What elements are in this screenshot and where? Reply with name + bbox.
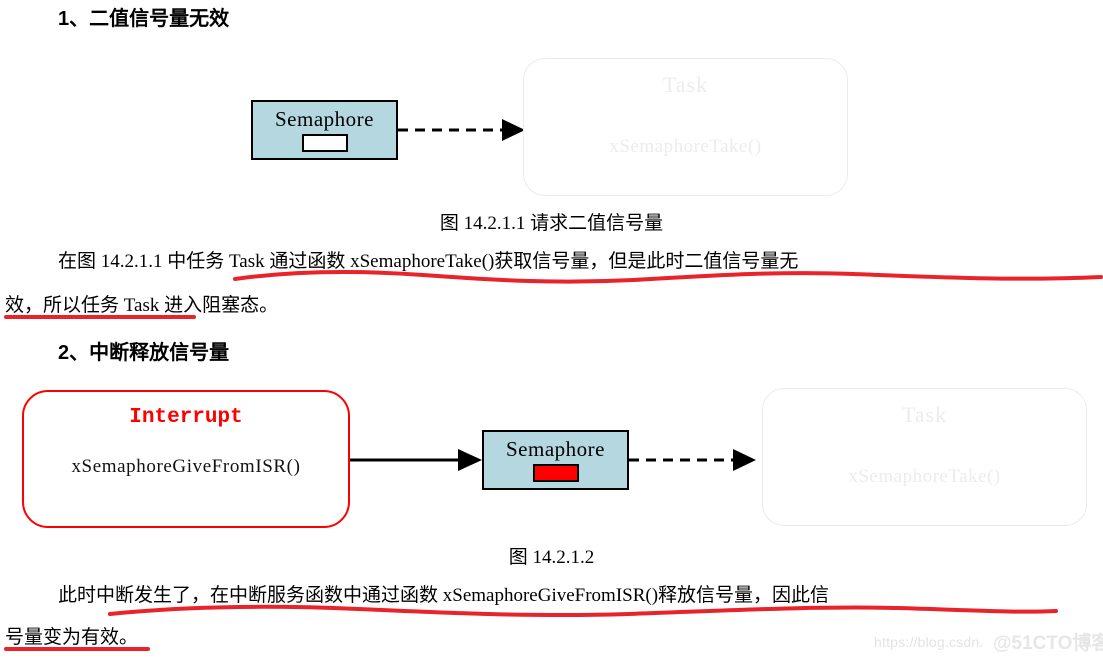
semaphore-indicator-full-2	[532, 464, 579, 482]
section-1-heading: 1、二值信号量无效	[58, 8, 230, 30]
semaphore-box-1: Semaphore	[251, 100, 398, 160]
task-function-1: xSemaphoreTake()	[609, 136, 762, 157]
figure-caption-2: 图 14.2.1.2	[508, 547, 595, 568]
task-title-2: Task	[901, 402, 948, 427]
section-2-heading: 2、中断释放信号量	[58, 342, 230, 364]
annotation-underline-1a	[233, 268, 1103, 286]
annotation-underline-2b	[4, 645, 150, 653]
interrupt-title: Interrupt	[129, 406, 243, 429]
task-box-2: Task xSemaphoreTake()	[762, 388, 1087, 526]
arrow-semaphore-to-task-2	[629, 447, 756, 473]
task-box-1: Task xSemaphoreTake()	[523, 58, 848, 196]
watermark-url: https://blog.csdn.	[874, 634, 984, 650]
interrupt-function: xSemaphoreGiveFromISR()	[71, 456, 301, 477]
semaphore-box-2: Semaphore	[482, 430, 629, 490]
task-title-1: Task	[662, 72, 709, 97]
arrow-semaphore-to-task-1	[398, 117, 525, 143]
arrow-interrupt-to-semaphore	[350, 447, 482, 473]
annotation-underline-1b	[4, 313, 196, 321]
annotation-underline-2a	[108, 602, 1058, 620]
semaphore-indicator-empty-1	[301, 134, 348, 152]
task-function-2: xSemaphoreTake()	[848, 466, 1001, 487]
watermark-brand: @51CTO博客	[993, 633, 1103, 654]
semaphore-label-2: Semaphore	[506, 437, 605, 461]
figure-caption-1: 图 14.2.1.1 请求二值信号量	[439, 213, 664, 234]
interrupt-box: Interrupt xSemaphoreGiveFromISR()	[22, 390, 350, 528]
semaphore-label-1: Semaphore	[275, 107, 374, 131]
